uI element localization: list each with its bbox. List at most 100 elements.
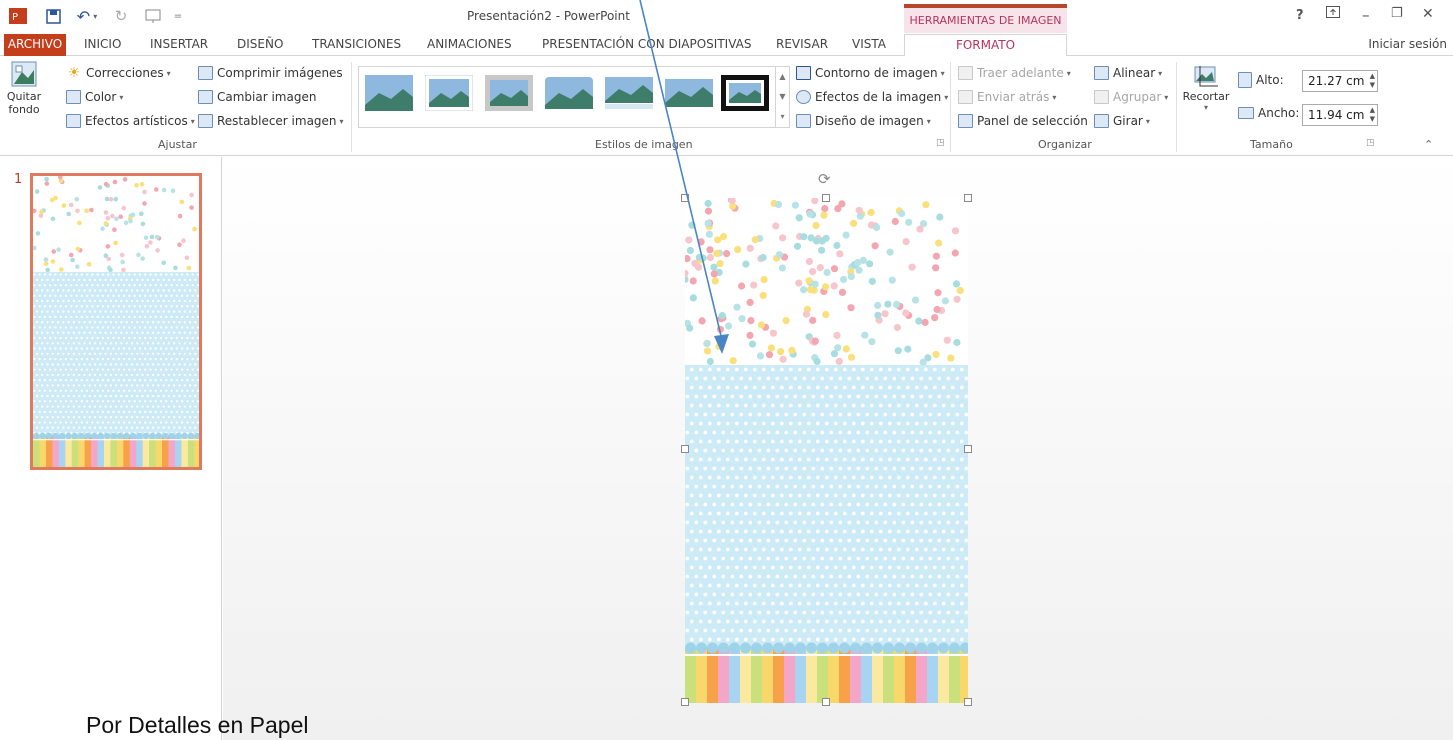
- group-separator: [950, 62, 951, 152]
- compress-pictures-button[interactable]: Comprimir imágenes: [198, 66, 343, 80]
- align-button[interactable]: Alinear ▾: [1094, 66, 1162, 80]
- resize-handle-top[interactable]: [822, 194, 830, 202]
- dialog-launcher-icon[interactable]: ◳: [936, 138, 945, 148]
- resize-handle-right[interactable]: [964, 445, 972, 453]
- picture-border-label: Contorno de imagen: [815, 66, 938, 80]
- resize-handle-top-right[interactable]: [964, 194, 972, 202]
- gallery-scroll[interactable]: ▲ ▼ ▾: [775, 67, 789, 127]
- artistic-effects-button[interactable]: Efectos artísticos ▾: [66, 114, 195, 128]
- picture-border-button[interactable]: Contorno de imagen ▾: [796, 66, 945, 80]
- caption-text: Por Detalles en Papel: [86, 712, 309, 738]
- picture-style-6[interactable]: [665, 75, 713, 111]
- restore-button[interactable]: ❐: [1391, 6, 1403, 21]
- svg-text:P: P: [12, 12, 18, 23]
- group-label-ajustar: Ajustar: [158, 138, 197, 151]
- height-label-group: Alto:: [1238, 72, 1284, 88]
- resize-handle-bottom-left[interactable]: [681, 698, 689, 706]
- rotate-button[interactable]: Girar ▾: [1094, 114, 1150, 128]
- start-from-beginning-icon[interactable]: [142, 6, 166, 26]
- rotate-label: Girar: [1113, 114, 1143, 128]
- color-icon: [66, 90, 81, 104]
- effects-icon: [796, 90, 811, 104]
- customize-qat-icon[interactable]: =: [172, 6, 184, 26]
- group-label-tamano: Tamaño: [1250, 138, 1293, 151]
- picture-layout-button[interactable]: Diseño de imagen ▾: [796, 114, 931, 128]
- picture-effects-button[interactable]: Efectos de la imagen ▾: [796, 90, 948, 104]
- size-dialog-launcher-icon[interactable]: ◳: [1366, 138, 1375, 148]
- compress-icon: [198, 66, 213, 80]
- remove-background-label-1: Quitar: [6, 90, 42, 103]
- width-input[interactable]: 11.94 cm ▲ ▼: [1302, 104, 1378, 126]
- sign-in-link[interactable]: Iniciar sesión: [1368, 37, 1447, 51]
- send-backward-icon: [958, 90, 973, 104]
- minimize-button[interactable]: –: [1362, 6, 1370, 24]
- bring-forward-button[interactable]: Traer adelante ▾: [958, 66, 1071, 80]
- help-button[interactable]: ?: [1296, 8, 1304, 23]
- picture-styles-gallery[interactable]: ▲ ▼ ▾: [358, 66, 790, 128]
- selection-pane-label: Panel de selección: [977, 114, 1088, 128]
- group-objects-button[interactable]: Agrupar ▾: [1094, 90, 1168, 104]
- send-backward-button[interactable]: Enviar atrás ▾: [958, 90, 1056, 104]
- tab-transiciones[interactable]: TRANSICIONES: [312, 37, 401, 51]
- collapse-ribbon-icon[interactable]: ⌃: [1424, 138, 1433, 151]
- corrections-button[interactable]: ☀ Correcciones ▾: [66, 66, 171, 80]
- picture-style-3[interactable]: [485, 75, 533, 111]
- selection-pane-button[interactable]: Panel de selección: [958, 114, 1088, 128]
- tab-diseno[interactable]: DISEÑO: [237, 37, 283, 51]
- picture-style-7[interactable]: [721, 75, 769, 111]
- height-input[interactable]: 21.27 cm ▲ ▼: [1302, 70, 1378, 92]
- height-icon: [1238, 72, 1252, 88]
- layout-icon: [796, 114, 811, 128]
- tab-inicio[interactable]: INICIO: [84, 37, 121, 51]
- picture-style-1[interactable]: [365, 75, 413, 111]
- reset-picture-label: Restablecer imagen: [217, 114, 337, 128]
- rotation-handle-icon[interactable]: ⟳: [818, 170, 831, 188]
- slide-thumbnail-pane: 1: [0, 157, 222, 740]
- corrections-label: Correcciones: [86, 66, 164, 80]
- color-button[interactable]: Color ▾: [66, 90, 123, 104]
- artistic-effects-icon: [66, 114, 81, 128]
- height-spinner-icon[interactable]: ▲ ▼: [1370, 72, 1375, 90]
- tab-revisar[interactable]: REVISAR: [776, 37, 828, 51]
- tab-formato[interactable]: FORMATO: [904, 34, 1067, 57]
- tab-animaciones[interactable]: ANIMACIONES: [427, 37, 512, 51]
- compress-label: Comprimir imágenes: [217, 66, 343, 80]
- artistic-effects-label: Efectos artísticos: [85, 114, 188, 128]
- group-objects-label: Agrupar: [1113, 90, 1162, 104]
- width-label-group: Ancho:: [1238, 106, 1299, 120]
- gallery-up-icon[interactable]: ▲: [776, 67, 789, 87]
- reset-picture-button[interactable]: Restablecer imagen ▾: [198, 114, 344, 128]
- change-picture-icon: [198, 90, 213, 104]
- window-title: Presentación2 - PowerPoint: [467, 9, 630, 23]
- resize-handle-left[interactable]: [681, 445, 689, 453]
- tab-insertar[interactable]: INSERTAR: [150, 37, 208, 51]
- picture-style-5[interactable]: [605, 75, 653, 111]
- crop-button[interactable]: Recortar ▾: [1183, 64, 1229, 112]
- redo-icon[interactable]: ↻: [112, 6, 130, 26]
- gallery-more-icon[interactable]: ▾: [776, 107, 789, 127]
- width-label: Ancho:: [1258, 106, 1300, 120]
- tab-vista[interactable]: VISTA: [852, 37, 886, 51]
- ribbon-display-options-button[interactable]: [1326, 6, 1340, 22]
- picture-style-4[interactable]: [545, 75, 593, 111]
- width-spinner-icon[interactable]: ▲ ▼: [1370, 106, 1375, 124]
- selected-picture[interactable]: [685, 198, 968, 703]
- reset-picture-icon: [198, 114, 213, 128]
- resize-handle-top-left[interactable]: [681, 194, 689, 202]
- remove-background-button[interactable]: Quitar fondo: [6, 60, 42, 116]
- change-picture-button[interactable]: Cambiar imagen: [198, 90, 316, 104]
- crop-icon: [1194, 66, 1218, 87]
- resize-handle-bottom-right[interactable]: [964, 698, 972, 706]
- remove-background-icon: [11, 61, 37, 87]
- title-bar: P ↶ ▾ ↻ = Presentación2 - PowerPoint HERR…: [0, 0, 1453, 34]
- resize-handle-bottom[interactable]: [822, 698, 830, 706]
- close-button[interactable]: ✕: [1422, 6, 1434, 22]
- tab-presentacion[interactable]: PRESENTACIÓN CON DIAPOSITIVAS: [542, 37, 751, 51]
- rotate-icon: [1094, 114, 1109, 128]
- picture-style-2[interactable]: [425, 75, 473, 111]
- tab-archivo[interactable]: ARCHIVO: [4, 34, 66, 56]
- undo-icon[interactable]: ↶ ▾: [72, 6, 102, 26]
- gallery-down-icon[interactable]: ▼: [776, 87, 789, 107]
- save-icon[interactable]: [44, 6, 62, 26]
- slide-thumbnail[interactable]: [30, 173, 202, 470]
